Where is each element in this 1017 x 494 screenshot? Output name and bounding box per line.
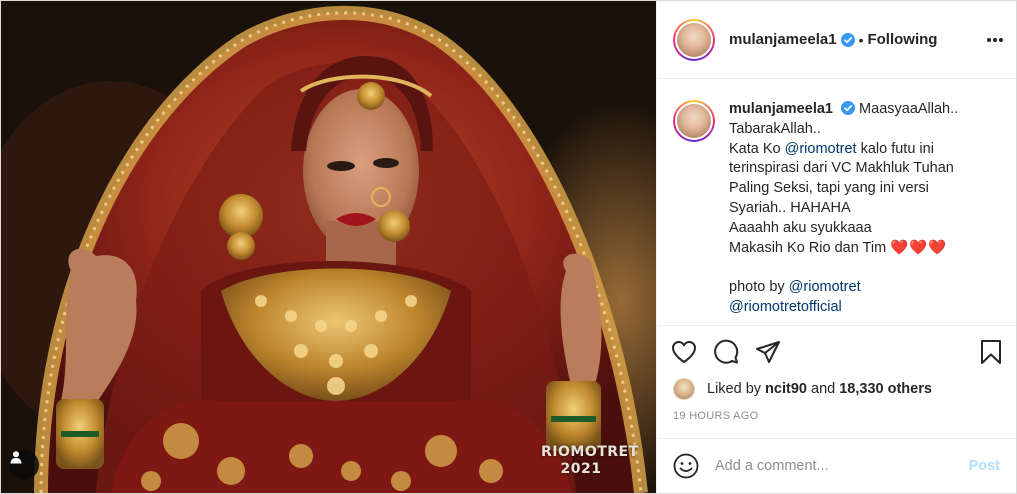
caption-text-segment: Kata Ko — [729, 140, 785, 157]
post-sidebar: mulanjameela1 • Following mulanjameela1 — [656, 1, 1016, 493]
post-comment-button[interactable]: Post — [969, 458, 1000, 474]
liker-username[interactable]: ncit90 — [765, 381, 807, 397]
caption-text-line: TabarakAllah.. — [729, 120, 821, 137]
emoji-button[interactable] — [673, 453, 699, 479]
caption-row: mulanjameela1 MaasyaaAllah.. TabarakAlla… — [673, 100, 1000, 318]
comment-input[interactable] — [715, 458, 969, 474]
caption-text-line: MaasyaaAllah.. — [859, 101, 959, 117]
avatar-image — [675, 102, 713, 140]
likes-prefix: Liked by — [707, 381, 762, 397]
action-bar — [657, 325, 1016, 377]
caption-text-line: Paling Seksi, tapi yang ini versi — [729, 180, 929, 197]
caption-area: mulanjameela1 MaasyaaAllah.. TabarakAlla… — [657, 80, 1016, 324]
caption-line: photo by @riomotret — [729, 278, 994, 298]
mention-link[interactable]: @riomotret — [789, 279, 861, 295]
post-timestamp[interactable]: 19 HOURS AGO — [673, 410, 759, 422]
caption-text: mulanjameela1 MaasyaaAllah.. TabarakAlla… — [729, 100, 994, 318]
caption-text-line: terinspirasi dari VC Makhluk Tuhan — [729, 160, 954, 177]
caption-text-segment: photo by — [729, 279, 789, 296]
comment-bar: Post — [657, 438, 1016, 493]
user-tag-button[interactable] — [9, 450, 39, 480]
watermark-name: RIOMOTRET — [541, 444, 639, 460]
verified-badge-icon — [841, 101, 856, 115]
likes-summary: Liked by ncit90 and 18,330 others — [673, 377, 932, 401]
instagram-post: RIOMOTRET 2021 mulanjameela1 • Following — [0, 0, 1017, 494]
verified-badge-icon — [840, 32, 855, 47]
likes-middle: and — [811, 381, 836, 397]
comment-button[interactable] — [713, 339, 739, 365]
caption-username[interactable]: mulanjameela1 — [729, 101, 833, 117]
user-tag-icon — [10, 451, 22, 464]
bookmark-icon — [981, 339, 1001, 364]
like-button[interactable] — [671, 340, 697, 364]
post-photo[interactable]: RIOMOTRET 2021 — [1, 1, 656, 493]
photo-watermark: RIOMOTRET 2021 — [541, 444, 639, 478]
caption-text-line: Syariah.. HAHAHA — [729, 199, 851, 216]
header-username[interactable]: mulanjameela1 — [729, 31, 837, 48]
heart-icon — [672, 340, 696, 363]
mention-link[interactable]: @riomotret — [785, 141, 857, 157]
save-button[interactable] — [980, 339, 1002, 365]
caption-line: Makasih Ko Rio dan Tim ❤️❤️❤️ — [729, 239, 994, 259]
caption-line: Kata Ko @riomotret kalo futu ini — [729, 140, 994, 160]
caption-text-segment: kalo futu ini — [856, 140, 934, 157]
watermark-year: 2021 — [560, 461, 602, 477]
profile-avatar[interactable] — [673, 18, 715, 61]
caption-text-line: Aaaahh aku syukkaaa — [729, 219, 872, 236]
more-options-icon[interactable] — [986, 28, 1004, 52]
caption-text-segment: Makasih Ko Rio dan Tim — [729, 239, 891, 256]
caption-avatar[interactable] — [673, 100, 715, 142]
smiley-icon — [673, 453, 699, 479]
share-icon — [756, 340, 780, 363]
caption-line: mulanjameela1 MaasyaaAllah.. — [729, 100, 994, 120]
bride-illustration — [1, 1, 656, 493]
hearts-emoji: ❤️❤️❤️ — [890, 239, 948, 256]
likes-count[interactable]: 18,330 others — [839, 381, 932, 397]
comment-icon — [714, 339, 739, 364]
post-header: mulanjameela1 • Following — [657, 1, 1016, 79]
liker-avatar[interactable] — [673, 378, 695, 400]
avatar-image — [675, 20, 713, 59]
following-button[interactable]: Following — [867, 31, 937, 48]
share-button[interactable] — [755, 340, 781, 364]
header-separator: • — [858, 31, 864, 48]
mention-link[interactable]: @riomotretofficial — [729, 298, 994, 318]
